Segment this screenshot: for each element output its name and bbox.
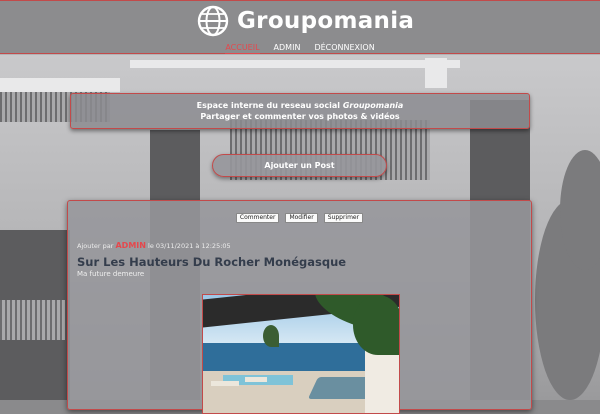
intro-line-2: Partager et commenter vos photos & vidéo…	[200, 112, 400, 121]
post-description: Ma future demeure	[77, 270, 145, 278]
edit-button[interactable]: Modifier	[285, 213, 318, 223]
site-header: Groupomania ACCUEIL ADMIN DÉCONNEXION	[0, 0, 600, 54]
add-post-button[interactable]: Ajouter un Post	[212, 154, 387, 177]
intro-banner: Espace interne du reseau social Groupoma…	[70, 93, 530, 129]
post-actions: Commenter Modifier Supprimer	[68, 213, 531, 223]
intro-line-1: Espace interne du reseau social Groupoma…	[196, 101, 404, 110]
post-meta: Ajouter par ADMIN le 03/11/2021 à 12:25:…	[77, 241, 231, 250]
main-nav: ACCUEIL ADMIN DÉCONNEXION	[0, 43, 600, 54]
nav-accueil[interactable]: ACCUEIL	[225, 43, 260, 54]
delete-button[interactable]: Supprimer	[323, 213, 364, 223]
post-image[interactable]	[202, 294, 400, 414]
nav-admin[interactable]: ADMIN	[274, 43, 301, 54]
post-card: Commenter Modifier Supprimer Ajouter par…	[67, 200, 532, 414]
post-author[interactable]: ADMIN	[115, 241, 145, 250]
post-title: Sur Les Hauteurs Du Rocher Monégasque	[77, 255, 347, 269]
nav-deconnexion[interactable]: DÉCONNEXION	[314, 43, 374, 54]
brand-name: Groupomania	[237, 8, 415, 34]
brand-logo[interactable]: Groupomania	[197, 5, 414, 37]
comment-button[interactable]: Commenter	[235, 213, 280, 223]
globe-icon	[197, 5, 229, 37]
